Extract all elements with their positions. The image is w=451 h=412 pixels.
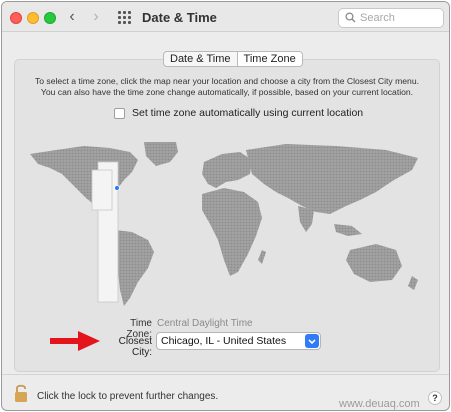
search-field[interactable]: Search	[338, 8, 444, 28]
closest-city-value: Chicago, IL - United States	[161, 335, 287, 347]
lock-icon[interactable]	[14, 383, 28, 403]
tab-date-and-time[interactable]: Date & Time	[164, 52, 237, 66]
time-zone-value: Central Daylight Time	[157, 318, 253, 329]
auto-time-zone-checkbox[interactable]	[114, 107, 125, 119]
chevron-left-icon[interactable]: ‹	[64, 9, 80, 25]
chevron-right-icon[interactable]: ›	[88, 9, 104, 25]
closest-city-select[interactable]: Chicago, IL - United States	[156, 332, 321, 350]
help-icon[interactable]: ?	[428, 391, 442, 405]
instructions-line-2: You can also have the time zone change a…	[40, 87, 414, 97]
instructions: To select a time zone, click the map nea…	[22, 76, 432, 98]
search-placeholder: Search	[360, 12, 395, 24]
window-title: Date & Time	[142, 10, 217, 25]
magnifier-icon	[345, 12, 356, 23]
lock-message: Click the lock to prevent further change…	[37, 391, 219, 402]
continents	[30, 142, 418, 306]
watermark: www.deuaq.com	[339, 398, 420, 410]
selected-zone-upper	[91, 169, 113, 211]
system-preferences-window: ‹ › Date & Time Search Date & Time Time …	[1, 1, 450, 411]
tab-time-zone[interactable]: Time Zone	[236, 52, 302, 66]
location-dot	[114, 185, 120, 191]
annotation-arrow	[50, 331, 100, 351]
minimize-button[interactable]	[27, 12, 39, 24]
footer-divider	[2, 374, 449, 375]
segmented-tabs: Date & Time Time Zone	[163, 51, 303, 67]
chevron-down-icon[interactable]	[305, 334, 319, 348]
time-zone-row: Time Zone: Central Daylight Time	[2, 318, 449, 340]
close-button[interactable]	[10, 12, 22, 24]
title-bar: ‹ › Date & Time Search	[2, 2, 449, 32]
world-map[interactable]	[26, 140, 431, 312]
auto-time-zone-label: Set time zone automatically using curren…	[132, 107, 364, 119]
closest-city-label: Closest City:	[118, 336, 152, 358]
zoom-button[interactable]	[44, 12, 56, 24]
grid-icon[interactable]	[118, 11, 131, 24]
instructions-line-1: To select a time zone, click the map nea…	[34, 76, 420, 86]
auto-time-zone-row[interactable]: Set time zone automatically using curren…	[114, 106, 363, 120]
